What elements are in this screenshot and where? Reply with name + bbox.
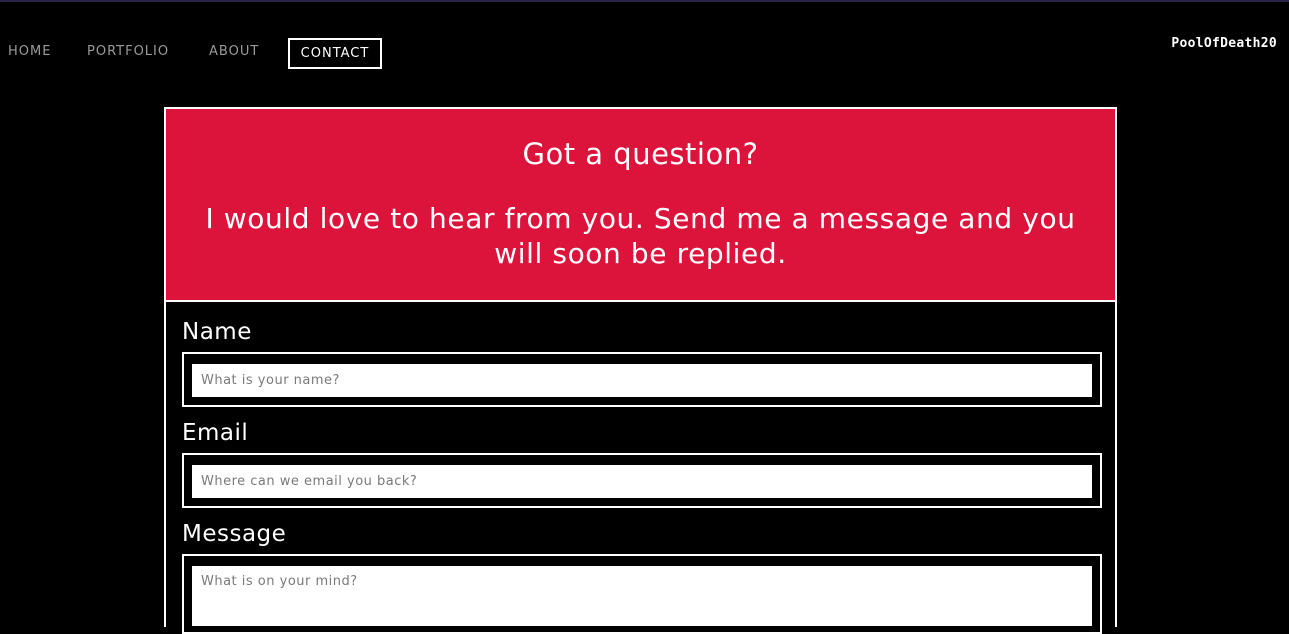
email-label: Email bbox=[182, 420, 249, 446]
banner-heading: Got a question? bbox=[522, 137, 759, 171]
site-title[interactable]: PoolOfDeath20 bbox=[1171, 36, 1277, 51]
message-field-frame bbox=[182, 554, 1102, 634]
banner-text: I would love to hear from you. Send me a… bbox=[205, 202, 1076, 270]
message-label: Message bbox=[182, 521, 287, 547]
nav-portfolio-link[interactable]: PORTFOLIO bbox=[87, 44, 169, 59]
contact-banner: Got a question? I would love to hear fro… bbox=[166, 109, 1115, 302]
email-field-frame bbox=[182, 453, 1102, 508]
nav-contact-link[interactable]: CONTACT bbox=[288, 38, 382, 69]
nav-home-link[interactable]: HOME bbox=[8, 44, 51, 59]
contact-card: Got a question? I would love to hear fro… bbox=[164, 107, 1117, 634]
message-input[interactable] bbox=[192, 566, 1092, 626]
name-label: Name bbox=[182, 319, 252, 345]
nav-about-link[interactable]: ABOUT bbox=[209, 44, 259, 59]
top-border bbox=[0, 0, 1289, 2]
name-input[interactable] bbox=[192, 364, 1092, 397]
name-field-frame bbox=[182, 352, 1102, 407]
email-input[interactable] bbox=[192, 465, 1092, 498]
